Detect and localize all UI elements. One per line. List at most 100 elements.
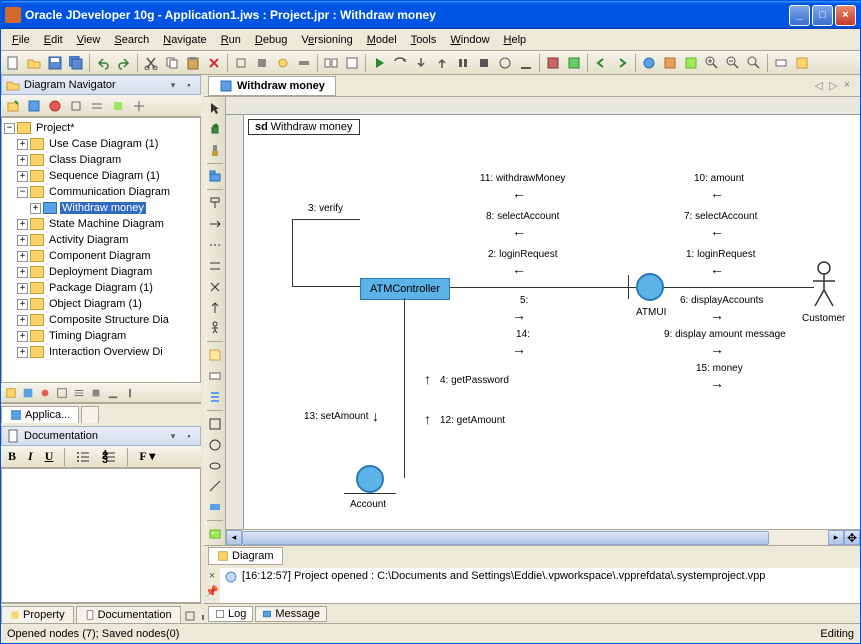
menu-tools[interactable]: Tools — [404, 32, 444, 48]
tab-message[interactable]: Message — [255, 606, 327, 622]
editor-close-button[interactable]: × — [844, 79, 850, 92]
link-atm-atmui[interactable] — [450, 287, 650, 288]
tree-item[interactable]: +Use Case Diagram (1) — [4, 136, 198, 152]
nav-tb-4[interactable] — [66, 96, 86, 116]
pkg-tool[interactable] — [206, 168, 224, 186]
list-ul-button[interactable] — [73, 449, 93, 465]
menu-view[interactable]: View — [70, 32, 108, 48]
tree-root[interactable]: − Project* — [4, 120, 198, 136]
tool-4[interactable] — [206, 299, 224, 317]
brush-tool[interactable] — [206, 141, 224, 159]
tab-documentation[interactable]: Documentation — [76, 606, 181, 623]
menu-file[interactable]: File — [5, 32, 37, 48]
constraint-tool[interactable] — [206, 367, 224, 385]
nav-tb-7[interactable] — [129, 96, 149, 116]
nav-tree[interactable]: − Project* +Use Case Diagram (1)+Class D… — [1, 117, 201, 383]
log-pin-button[interactable]: 📌 — [205, 585, 219, 598]
tool-1[interactable] — [206, 236, 224, 254]
tree-item[interactable]: +Composite Structure Dia — [4, 312, 198, 328]
doc-dropdown-button[interactable]: ▾ — [166, 430, 180, 442]
atm-controller-node[interactable]: ATMController — [360, 278, 450, 300]
expand-icon[interactable]: + — [17, 283, 28, 294]
log-close-button[interactable]: × — [209, 570, 215, 582]
menu-run[interactable]: Run — [214, 32, 248, 48]
diagram-canvas[interactable]: sd Withdraw money ATMController 3: verif… — [244, 115, 860, 529]
tb-btn-10[interactable] — [564, 53, 584, 73]
close-button[interactable]: × — [835, 5, 856, 26]
underline-button[interactable]: U — [42, 448, 57, 465]
tab-diagram[interactable]: Diagram — [208, 547, 283, 565]
bl-btn-1[interactable] — [183, 609, 197, 623]
tree-item[interactable]: +Activity Diagram — [4, 232, 198, 248]
zoom-out-button[interactable] — [723, 53, 743, 73]
back-button[interactable] — [591, 53, 611, 73]
nav-bt-5[interactable] — [71, 385, 87, 401]
menu-help[interactable]: Help — [497, 32, 534, 48]
tb-btn-13[interactable] — [681, 53, 701, 73]
tb-btn-4[interactable] — [294, 53, 314, 73]
link-atmui-customer[interactable] — [664, 287, 814, 288]
tb-btn-11[interactable] — [639, 53, 659, 73]
maximize-button[interactable]: □ — [812, 5, 833, 26]
redo-button[interactable] — [114, 53, 134, 73]
tb-btn-9[interactable] — [543, 53, 563, 73]
tb-btn-1[interactable] — [231, 53, 251, 73]
tree-item[interactable]: +Timing Diagram — [4, 328, 198, 344]
menu-search[interactable]: Search — [107, 32, 156, 48]
expand-icon[interactable]: + — [17, 219, 28, 230]
self-message-verify[interactable] — [292, 219, 360, 287]
pan-button[interactable]: ✥ — [844, 530, 860, 545]
tree-item[interactable]: +Class Diagram — [4, 152, 198, 168]
italic-button[interactable]: I — [25, 448, 36, 465]
tool-6[interactable] — [206, 415, 224, 433]
tb-btn-12[interactable] — [660, 53, 680, 73]
expand-icon[interactable]: + — [17, 155, 28, 166]
nav-bt-1[interactable] — [3, 385, 19, 401]
tree-item[interactable]: −Communication Diagram — [4, 184, 198, 200]
nav-tb-2[interactable] — [24, 96, 44, 116]
menu-window[interactable]: Window — [443, 32, 496, 48]
menu-edit[interactable]: Edit — [37, 32, 70, 48]
log-body[interactable]: [16:12:57] Project opened : C:\Documents… — [220, 568, 860, 603]
font-button[interactable]: F ▾ — [136, 448, 158, 465]
collapse-icon[interactable]: − — [4, 123, 15, 134]
nav-bt-4[interactable] — [54, 385, 70, 401]
panel-minimize-button[interactable]: ▪ — [182, 79, 196, 91]
tb-btn-3[interactable] — [273, 53, 293, 73]
list-ol-button[interactable]: 123 — [99, 449, 119, 465]
nav-tb-6[interactable] — [108, 96, 128, 116]
expand-icon[interactable]: + — [17, 347, 28, 358]
tb-btn-15[interactable] — [792, 53, 812, 73]
scroll-thumb[interactable] — [242, 531, 769, 545]
stop-button[interactable] — [474, 53, 494, 73]
debug-step-out-button[interactable] — [432, 53, 452, 73]
menu-debug[interactable]: Debug — [248, 32, 294, 48]
tree-item[interactable]: +Sequence Diagram (1) — [4, 168, 198, 184]
delete-button[interactable] — [204, 53, 224, 73]
tool-10[interactable] — [206, 498, 224, 516]
save-all-button[interactable] — [66, 53, 86, 73]
collapse-icon[interactable]: − — [17, 187, 28, 198]
expand-icon[interactable]: + — [17, 171, 28, 182]
tool-8[interactable] — [206, 457, 224, 475]
expand-icon[interactable]: + — [17, 267, 28, 278]
expand-icon[interactable]: + — [17, 315, 28, 326]
panel-dropdown-button[interactable]: ▾ — [166, 79, 180, 91]
expand-icon[interactable]: + — [17, 251, 28, 262]
debug-step-over-button[interactable] — [390, 53, 410, 73]
expand-icon[interactable]: + — [17, 139, 28, 150]
atmui-node[interactable] — [636, 273, 664, 301]
actor-tool[interactable] — [206, 320, 224, 338]
tree-item[interactable]: +Component Diagram — [4, 248, 198, 264]
nav-tb-3[interactable] — [45, 96, 65, 116]
editor-tab[interactable]: Withdraw money — [208, 76, 336, 96]
tool-2[interactable] — [206, 257, 224, 275]
tool-5[interactable] — [206, 388, 224, 406]
editor-next-button[interactable]: ▷ — [829, 79, 837, 92]
forward-button[interactable] — [612, 53, 632, 73]
tool-3[interactable] — [206, 278, 224, 296]
pointer-tool[interactable] — [206, 99, 224, 117]
expand-icon[interactable]: + — [17, 299, 28, 310]
zoom-in-button[interactable] — [702, 53, 722, 73]
tree-item[interactable]: +Withdraw money — [4, 200, 198, 216]
